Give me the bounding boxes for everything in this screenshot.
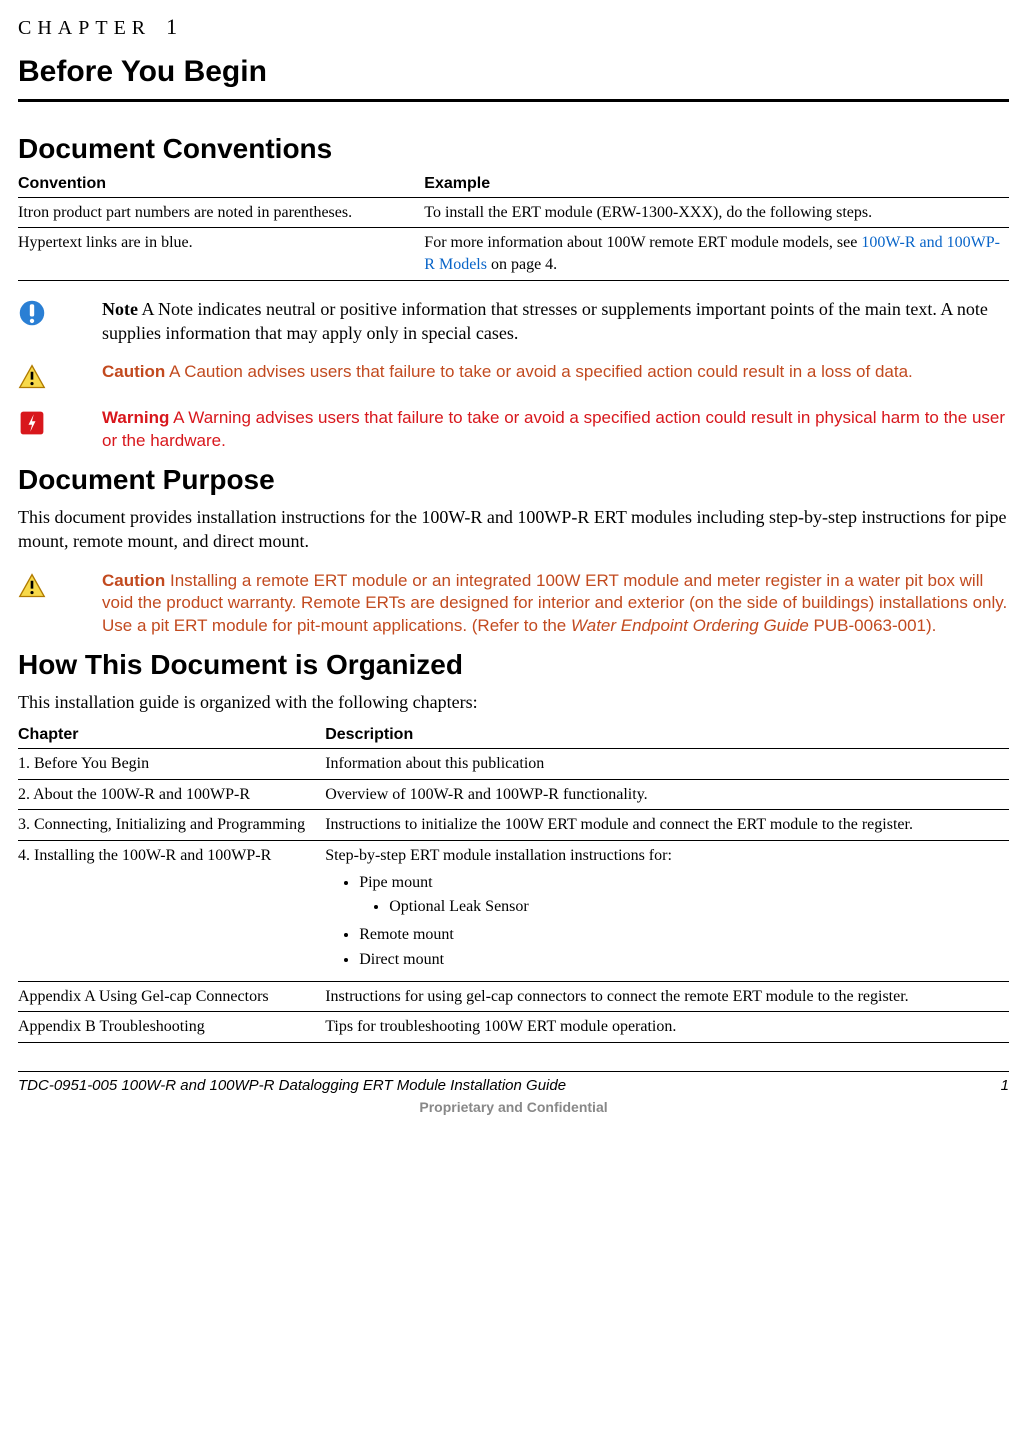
- chapter-number: 1: [166, 14, 177, 39]
- note-callout: Note A Note indicates neutral or positiv…: [18, 297, 1009, 346]
- example-post: on page 4.: [487, 256, 557, 273]
- th-example: Example: [424, 171, 1009, 197]
- table-row: Appendix A Using Gel-cap Connectors Inst…: [18, 981, 1009, 1012]
- title-rule: [18, 99, 1009, 102]
- list-item: Remote mount: [359, 922, 1003, 948]
- cell-desc: Overview of 100W-R and 100WP-R functiona…: [325, 779, 1009, 810]
- chapter-label: CHAPTER 1: [18, 12, 1009, 42]
- table-row: Appendix B Troubleshooting Tips for trou…: [18, 1012, 1009, 1043]
- section-heading-purpose: Document Purpose: [18, 461, 1009, 499]
- warning-text: Warning A Warning advises users that fai…: [102, 407, 1009, 453]
- chapter-word: CHAPTER: [18, 17, 151, 39]
- cell-convention: Hypertext links are in blue.: [18, 228, 424, 280]
- example-text: To install the ERT module (ERW-1300-XXX)…: [424, 204, 872, 221]
- note-tag: Note: [102, 299, 138, 319]
- table-row: Hypertext links are in blue. For more in…: [18, 228, 1009, 280]
- footer-left: TDC-0951-005 100W-R and 100WP-R Datalogg…: [18, 1076, 566, 1096]
- table-row: 4. Installing the 100W-R and 100WP-R Ste…: [18, 840, 1009, 981]
- caution-icon: [18, 570, 74, 600]
- list-item: Pipe mount Optional Leak Sensor: [359, 870, 1003, 921]
- cell-chapter: 3. Connecting, Initializing and Programm…: [18, 810, 325, 841]
- list-item: Direct mount: [359, 947, 1003, 973]
- footer-page-number: 1: [1001, 1076, 1009, 1096]
- caution2-b: PUB-0063-001).: [809, 616, 937, 635]
- warning-tag: Warning: [102, 408, 169, 427]
- cell-desc: Instructions to initialize the 100W ERT …: [325, 810, 1009, 841]
- bullet-list: Pipe mount Optional Leak Sensor Remote m…: [359, 870, 1003, 972]
- table-row: 2. About the 100W-R and 100WP-R Overview…: [18, 779, 1009, 810]
- page-title: Before You Begin: [18, 52, 1009, 93]
- cell-convention: Itron product part numbers are noted in …: [18, 197, 424, 228]
- organized-intro: This installation guide is organized wit…: [18, 690, 1009, 714]
- sub-bullet-list: Optional Leak Sensor: [389, 894, 1003, 920]
- cell-desc: Step-by-step ERT module installation ins…: [325, 840, 1009, 981]
- cell-chapter: 1. Before You Begin: [18, 749, 325, 780]
- warning-callout: Warning A Warning advises users that fai…: [18, 407, 1009, 453]
- caution2-italic: Water Endpoint Ordering Guide: [571, 616, 809, 635]
- footer-sub: Proprietary and Confidential: [18, 1098, 1009, 1117]
- cell-desc: Information about this publication: [325, 749, 1009, 780]
- cell-example: For more information about 100W remote E…: [424, 228, 1009, 280]
- caution-callout: Caution A Caution advises users that fai…: [18, 361, 1009, 391]
- page-footer: TDC-0951-005 100W-R and 100WP-R Datalogg…: [18, 1071, 1009, 1096]
- table-row: Itron product part numbers are noted in …: [18, 197, 1009, 228]
- example-pre: For more information about 100W remote E…: [424, 234, 861, 251]
- caution-tag: Caution: [102, 362, 165, 381]
- list-item: Optional Leak Sensor: [389, 894, 1003, 920]
- caution-text: Caution A Caution advises users that fai…: [102, 361, 1009, 384]
- section-heading-conventions: Document Conventions: [18, 130, 1009, 168]
- caution-tag: Caution: [102, 571, 165, 590]
- conventions-table: Convention Example Itron product part nu…: [18, 171, 1009, 280]
- cell-desc: Instructions for using gel-cap connector…: [325, 981, 1009, 1012]
- note-body: A Note indicates neutral or positive inf…: [102, 299, 988, 343]
- section-heading-organized: How This Document is Organized: [18, 646, 1009, 684]
- table-row: 1. Before You Begin Information about th…: [18, 749, 1009, 780]
- cell-desc: Tips for troubleshooting 100W ERT module…: [325, 1012, 1009, 1043]
- warning-body: A Warning advises users that failure to …: [102, 408, 1005, 450]
- note-text: Note A Note indicates neutral or positiv…: [102, 297, 1009, 346]
- th-chapter: Chapter: [18, 722, 325, 748]
- table-row: 3. Connecting, Initializing and Programm…: [18, 810, 1009, 841]
- purpose-body: This document provides installation inst…: [18, 505, 1009, 554]
- cell-chapter: 4. Installing the 100W-R and 100WP-R: [18, 840, 325, 981]
- bullet-text: Pipe mount: [359, 874, 432, 891]
- caution-icon: [18, 361, 74, 391]
- desc-intro: Step-by-step ERT module installation ins…: [325, 845, 1003, 867]
- chapters-table: Chapter Description 1. Before You Begin …: [18, 722, 1009, 1043]
- th-desc: Description: [325, 722, 1009, 748]
- th-convention: Convention: [18, 171, 424, 197]
- cell-chapter: 2. About the 100W-R and 100WP-R: [18, 779, 325, 810]
- note-icon: [18, 297, 74, 327]
- cell-chapter: Appendix B Troubleshooting: [18, 1012, 325, 1043]
- cell-example: To install the ERT module (ERW-1300-XXX)…: [424, 197, 1009, 228]
- caution-callout-2: Caution Installing a remote ERT module o…: [18, 570, 1009, 639]
- caution-text-2: Caution Installing a remote ERT module o…: [102, 570, 1009, 639]
- cell-chapter: Appendix A Using Gel-cap Connectors: [18, 981, 325, 1012]
- caution-body: A Caution advises users that failure to …: [165, 362, 913, 381]
- warning-icon: [18, 407, 74, 437]
